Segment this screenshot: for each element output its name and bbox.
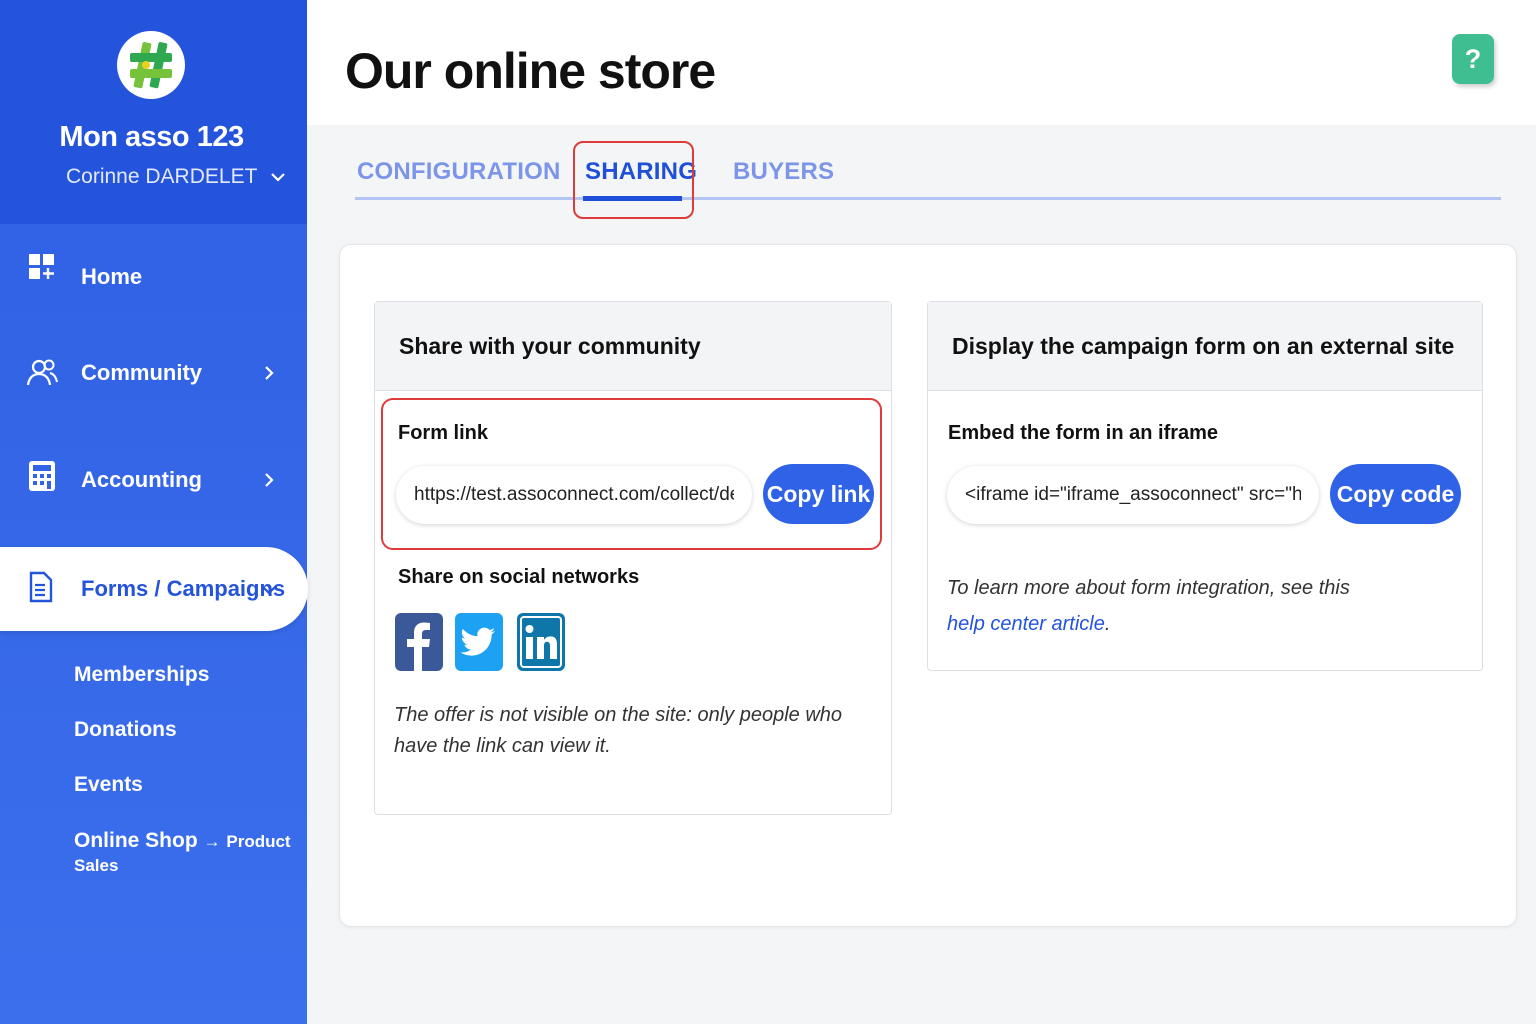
nav-home[interactable]: Home — [0, 247, 307, 307]
sidebar-header: Mon asso 123 Corinne DARDELET — [0, 0, 307, 224]
calculator-icon — [29, 461, 55, 491]
nav-home-label: Home — [81, 264, 143, 289]
social-share-title: Share on social networks — [398, 566, 640, 588]
integration-note-text: To learn more about form integration, se… — [947, 577, 1350, 599]
share-panel-header: Share with your community — [375, 302, 891, 391]
iframe-label: Embed the form in an iframe — [948, 422, 1219, 444]
help-button[interactable]: ? — [1452, 34, 1494, 84]
page-title: Our online store — [345, 43, 716, 99]
dashboard-icon — [29, 254, 54, 279]
sub-item-donations[interactable]: Donations — [74, 718, 177, 742]
copy-code-button[interactable]: Copy code — [1330, 464, 1461, 524]
integration-note: To learn more about form integration, se… — [947, 570, 1377, 642]
user-name[interactable]: Corinne DARDELET — [66, 165, 257, 189]
sidebar: Mon asso 123 Corinne DARDELET Home Commu… — [0, 0, 308, 1024]
chevron-down-icon — [262, 586, 276, 595]
tab-buyers[interactable]: BUYERS — [733, 158, 834, 186]
embed-panel-title: Display the campaign form on an external… — [952, 333, 1455, 359]
visibility-note: The offer is not visible on the site: on… — [394, 704, 843, 757]
share-panel-title: Share with your community — [399, 333, 701, 359]
document-icon — [29, 571, 53, 603]
page-header: Our online store ? — [307, 0, 1536, 125]
arrow-right-icon: → — [203, 832, 221, 851]
sub-item-online-shop[interactable]: Online Shop → Product Sales — [74, 829, 307, 877]
linkedin-icon[interactable] — [517, 613, 565, 671]
embed-panel-header: Display the campaign form on an external… — [928, 302, 1482, 391]
tab-highlight-box — [573, 141, 694, 219]
tabs-divider — [355, 197, 1501, 200]
sub-item-memberships[interactable]: Memberships — [74, 663, 209, 687]
iframe-code-input[interactable] — [947, 466, 1319, 524]
twitter-icon[interactable] — [455, 613, 503, 671]
tab-configuration[interactable]: CONFIGURATION — [357, 158, 560, 186]
chevron-down-icon[interactable] — [268, 167, 288, 187]
users-icon — [26, 359, 58, 386]
sub-item-events[interactable]: Events — [74, 773, 143, 797]
nav-forms-campaigns[interactable]: Forms / Campaigns — [0, 547, 308, 631]
sub-item-online-shop-label: Online Shop — [74, 829, 198, 852]
nav-forms-campaigns-label: Forms / Campaigns — [81, 576, 286, 601]
org-name: Mon asso 123 — [59, 121, 244, 153]
chevron-right-icon — [265, 473, 274, 487]
nav-community-label: Community — [81, 360, 202, 385]
nav-accounting-label: Accounting — [81, 467, 202, 492]
form-link-highlight-box — [381, 398, 882, 550]
integration-note-end: . — [1104, 613, 1111, 635]
nav-community[interactable]: Community — [0, 343, 307, 403]
nav-accounting[interactable]: Accounting — [0, 450, 307, 510]
org-logo — [117, 31, 185, 99]
facebook-icon[interactable] — [395, 613, 443, 671]
chevron-right-icon — [265, 366, 274, 380]
help-center-link[interactable]: help center article — [947, 613, 1105, 635]
